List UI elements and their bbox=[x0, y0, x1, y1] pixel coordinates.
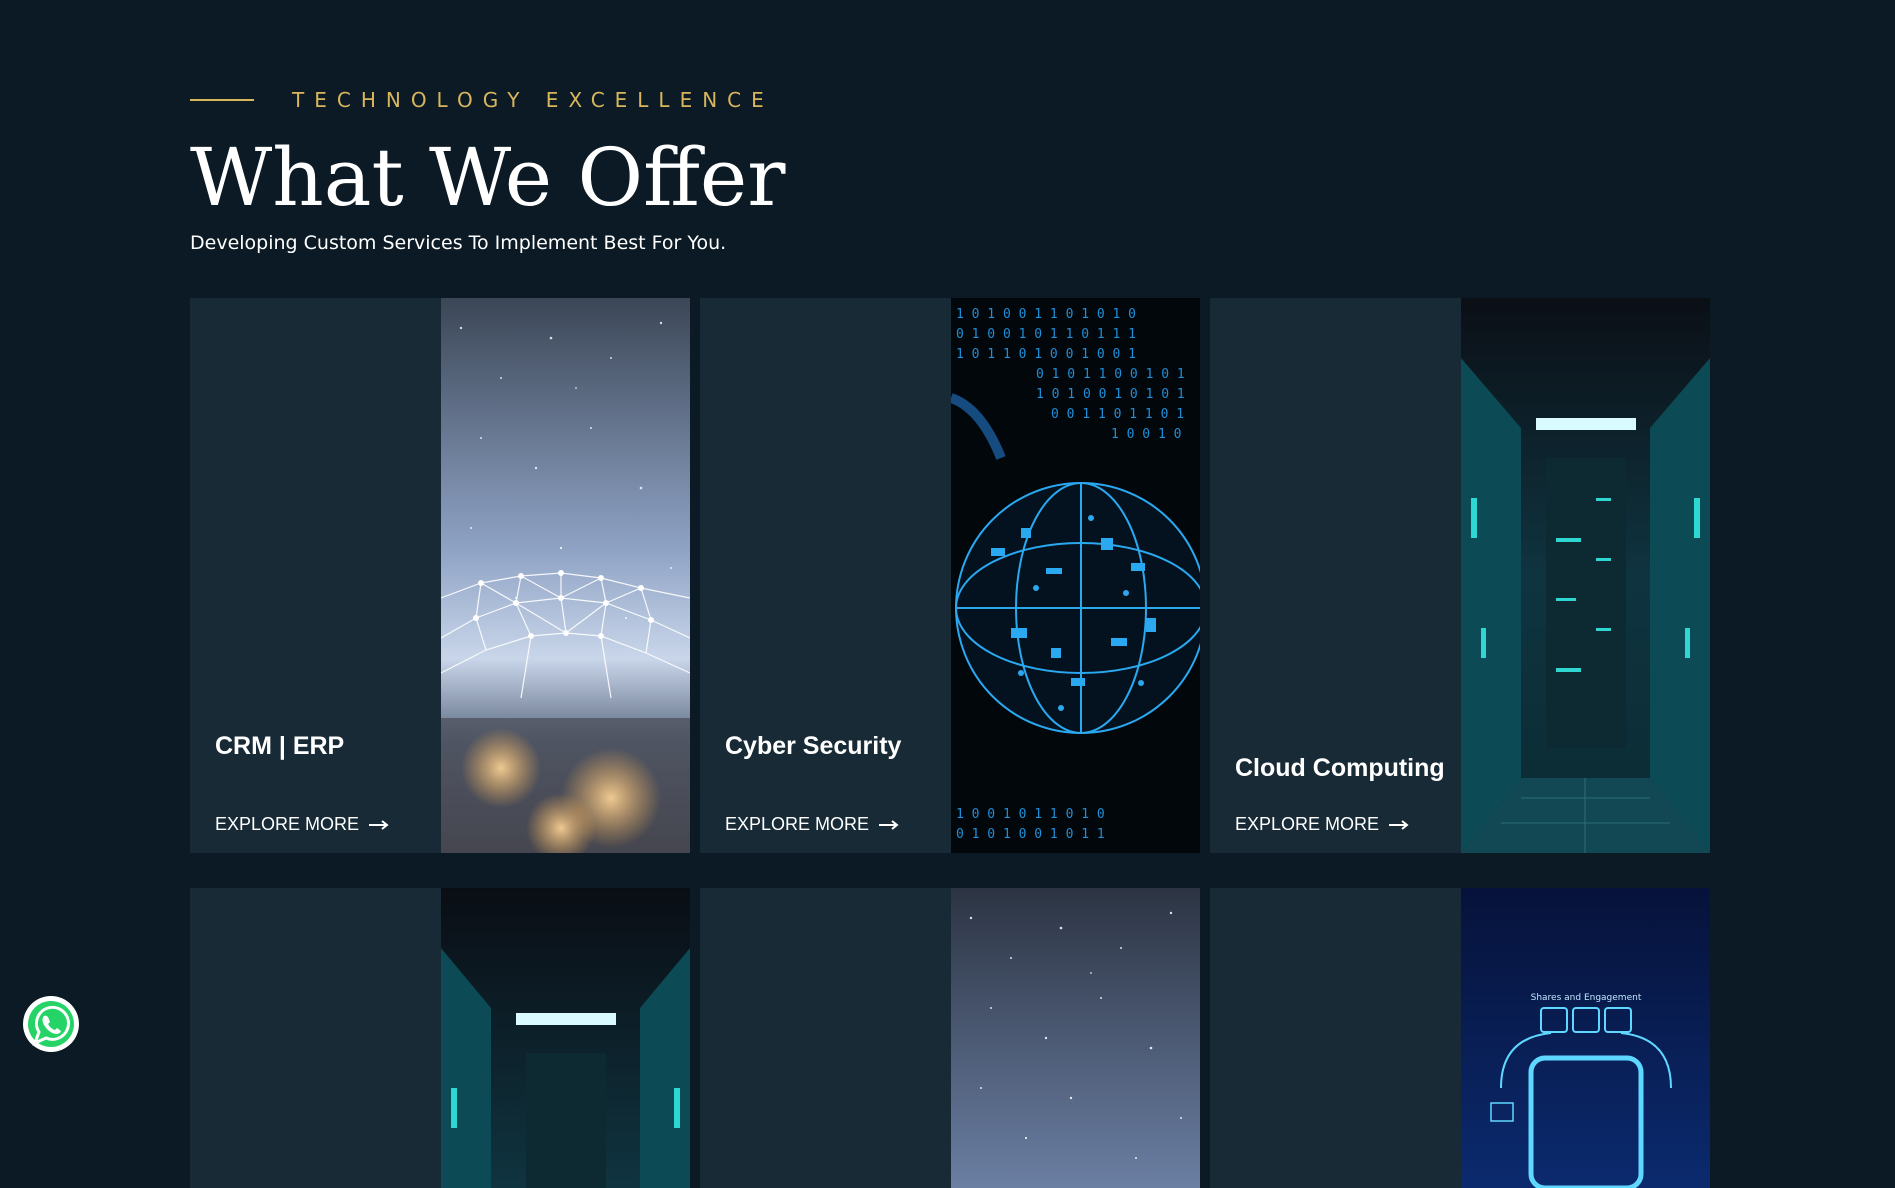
card-title: CRM | ERP bbox=[215, 732, 345, 760]
whatsapp-button[interactable] bbox=[23, 996, 79, 1052]
service-card[interactable] bbox=[190, 888, 690, 1188]
service-card[interactable] bbox=[700, 888, 1200, 1188]
svg-text:1 0 1 0 0 1 1 0 1 0 1 0: 1 0 1 0 0 1 1 0 1 0 1 0 bbox=[956, 307, 1136, 322]
service-card[interactable]: Shares and Engagement bbox=[1210, 888, 1710, 1188]
svg-text:1 0 0 1 0: 1 0 0 1 0 bbox=[1111, 427, 1181, 442]
service-card-cyber-security[interactable]: 1 0 1 0 0 1 1 0 1 0 1 0 0 1 0 0 1 0 1 1 … bbox=[700, 298, 1200, 853]
explore-more-label: EXPLORE MORE bbox=[1235, 814, 1380, 834]
services-grid: CRM | ERP EXPLORE MORE 1 0 1 0 0 1 1 0 1… bbox=[190, 298, 1710, 1188]
card-title: Cloud Computing bbox=[1235, 754, 1445, 782]
svg-text:1 0 1 0 0 1 0 1 0 1: 1 0 1 0 0 1 0 1 0 1 bbox=[1036, 387, 1185, 402]
page-title: What We Offer bbox=[190, 131, 786, 224]
svg-text:1 0 1 1 0 1 0 0 1 0 0 1: 1 0 1 1 0 1 0 0 1 0 0 1 bbox=[956, 347, 1136, 362]
eyebrow-text: TECHNOLOGY EXCELLENCE bbox=[292, 88, 774, 112]
whatsapp-icon bbox=[28, 1001, 74, 1047]
server-room-image bbox=[1461, 298, 1710, 853]
server-room-image bbox=[441, 888, 690, 1188]
service-card-cloud-computing[interactable]: Cloud Computing EXPLORE MORE bbox=[1210, 298, 1710, 853]
arrow-right-icon bbox=[369, 819, 389, 830]
eyebrow-divider bbox=[190, 99, 254, 101]
svg-text:0 0 1 1 0 1 1 0 1: 0 0 1 1 0 1 1 0 1 bbox=[1051, 407, 1184, 422]
binary-globe-image: 1 0 1 0 0 1 1 0 1 0 1 0 0 1 0 0 1 0 1 1 … bbox=[951, 298, 1200, 853]
card-title: Cyber Security bbox=[725, 732, 902, 760]
svg-text:1 0 0 1 0 1 1 0 1 0: 1 0 0 1 0 1 1 0 1 0 bbox=[956, 807, 1105, 822]
svg-text:0 1 0 1 1 0 0 1 0 1: 0 1 0 1 1 0 0 1 0 1 bbox=[1036, 367, 1185, 382]
hologram-caption: Shares and Engagement bbox=[1531, 993, 1642, 1003]
explore-more-label: EXPLORE MORE bbox=[725, 814, 870, 834]
arrow-right-icon bbox=[1389, 819, 1409, 830]
explore-more-link[interactable]: EXPLORE MORE bbox=[725, 814, 899, 835]
svg-text:0 1 0 1 0 0 1 0 1 1: 0 1 0 1 0 0 1 0 1 1 bbox=[956, 827, 1105, 842]
explore-more-label: EXPLORE MORE bbox=[215, 814, 360, 834]
svg-text:0 1 0 0 1 0 1 1 0 1 1 1: 0 1 0 0 1 0 1 1 0 1 1 1 bbox=[956, 327, 1136, 342]
arrow-right-icon bbox=[879, 819, 899, 830]
page-subtitle: Developing Custom Services To Implement … bbox=[190, 232, 727, 254]
service-card-crm-erp[interactable]: CRM | ERP EXPLORE MORE bbox=[190, 298, 690, 853]
explore-more-link[interactable]: EXPLORE MORE bbox=[1235, 814, 1409, 835]
starfield-image bbox=[951, 888, 1200, 1188]
section-eyebrow: TECHNOLOGY EXCELLENCE bbox=[190, 88, 774, 112]
network-earth-image bbox=[441, 298, 690, 853]
explore-more-link[interactable]: EXPLORE MORE bbox=[215, 814, 389, 835]
dashboard-hologram-image: Shares and Engagement bbox=[1461, 888, 1710, 1188]
